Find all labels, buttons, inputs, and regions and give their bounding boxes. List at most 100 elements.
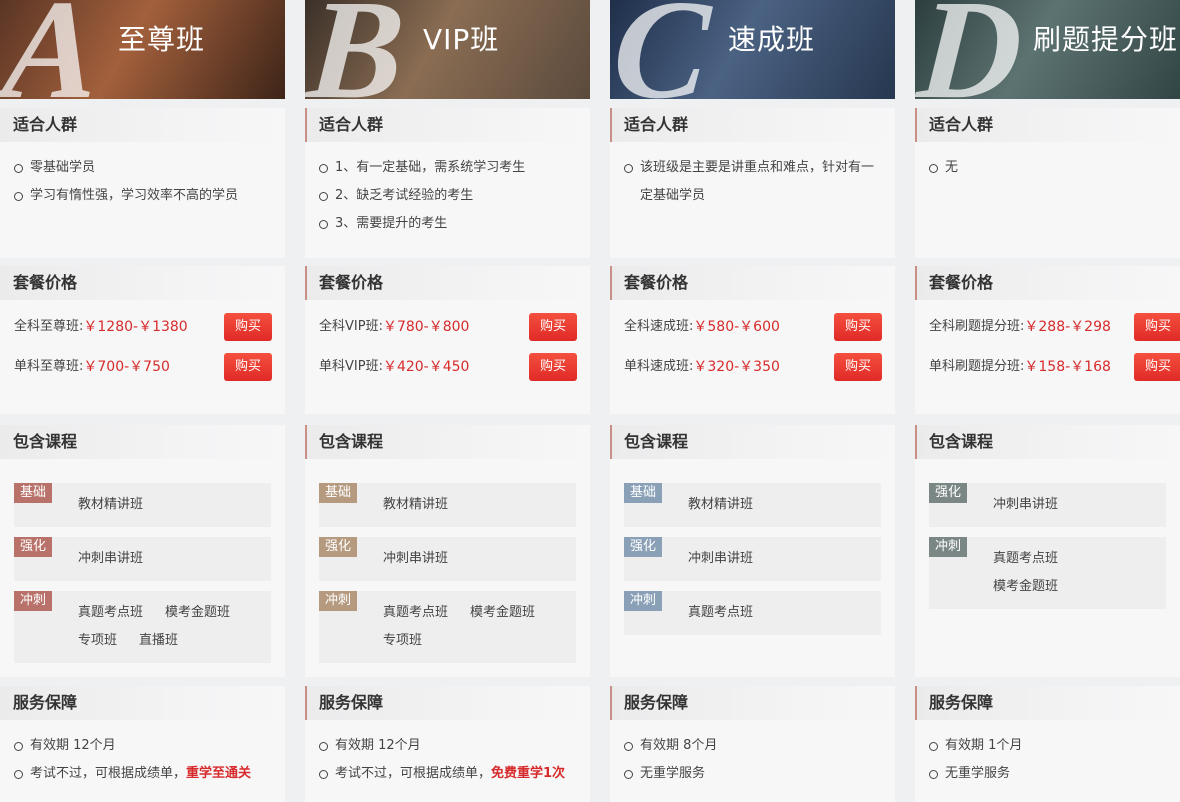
suitable-section: 适合人群 1、有一定基础，需系统学习考生 2、缺乏考试经验的考生 3、需要提升的考生: [305, 108, 590, 258]
banner-letter: B: [305, 0, 410, 99]
course-link[interactable]: 冲刺串讲班: [688, 545, 753, 573]
course-level-tag: 冲刺: [14, 591, 52, 611]
course-link[interactable]: 直播班: [139, 627, 178, 655]
course-row: 基础 教材精讲班: [14, 483, 271, 527]
list-item: 无: [929, 154, 1166, 182]
list-item: 3、需要提升的考生: [319, 210, 576, 238]
course-link[interactable]: 冲刺串讲班: [383, 545, 448, 573]
suitable-section: 适合人群 该班级是主要是讲重点和难点，针对有一定基础学员: [610, 108, 895, 258]
bullet-list: 有效期 8个月 无重学服务: [610, 720, 895, 788]
price-section: 套餐价格 全科刷题提分班:￥288-￥298 购买 单科刷题提分班:￥158-￥168…: [915, 266, 1180, 414]
section-heading: 服务保障: [0, 686, 285, 720]
list-item: 2、缺乏考试经验的考生: [319, 182, 576, 210]
price-list: 全科VIP班:￥780-￥800 购买 单科VIP班:￥420-￥450 购买: [305, 300, 590, 387]
course-level-tag: 强化: [929, 483, 967, 503]
buy-button[interactable]: 购买: [224, 353, 272, 381]
package-column: A 至尊班 适合人群 零基础学员 学习有惰性强，学习效率不高的学员 套餐价格 全科至尊班:￥…: [0, 0, 285, 802]
price-section: 套餐价格 全科至尊班:￥1280-￥1380 购买 单科至尊班:￥700-￥750 购买: [0, 266, 285, 414]
price-name: 全科VIP班:: [319, 319, 383, 334]
service-section: 服务保障 有效期 1个月 无重学服务: [915, 686, 1180, 802]
package-banner[interactable]: A 至尊班: [0, 0, 285, 99]
package-column: B VIP班适合人群 1、有一定基础，需系统学习考生 2、缺乏考试经验的考生 3、需要提…: [305, 0, 590, 802]
course-link[interactable]: 专项班: [383, 627, 422, 655]
course-link[interactable]: 教材精讲班: [688, 491, 753, 519]
section-heading: 服务保障: [915, 686, 1180, 720]
buy-button[interactable]: 购买: [834, 353, 882, 381]
banner-title: VIP班: [423, 23, 500, 56]
course-items: 真题考点班模考金题班: [993, 545, 1166, 601]
course-level-tag: 冲刺: [624, 591, 662, 611]
course-link[interactable]: 真题考点班: [688, 599, 753, 627]
course-link[interactable]: 真题考点班: [993, 545, 1058, 573]
course-row: 强化 冲刺串讲班: [14, 537, 271, 581]
course-level-tag: 基础: [624, 483, 662, 503]
bullet-list: 有效期 1个月 无重学服务: [915, 720, 1180, 788]
bullet-list: 1、有一定基础，需系统学习考生 2、缺乏考试经验的考生 3、需要提升的考生: [305, 142, 590, 238]
bullet-list: 零基础学员 学习有惰性强，学习效率不高的学员: [0, 142, 285, 210]
section-heading: 适合人群: [305, 108, 590, 142]
list-item: 有效期 8个月: [624, 732, 881, 760]
section-heading: 包含课程: [0, 425, 285, 459]
price-value: ￥700-￥750: [83, 359, 170, 375]
course-link[interactable]: 冲刺串讲班: [993, 491, 1058, 519]
course-row: 基础 教材精讲班: [624, 483, 881, 527]
buy-button[interactable]: 购买: [834, 313, 882, 341]
list-item: 学习有惰性强，学习效率不高的学员: [14, 182, 271, 210]
courses-section: 包含课程 强化 冲刺串讲班 冲刺 真题考点班模考金题班: [915, 425, 1180, 677]
price-row: 单科VIP班:￥420-￥450 购买: [305, 347, 590, 387]
course-link[interactable]: 真题考点班: [383, 599, 448, 627]
price-value: ￥780-￥800: [382, 319, 470, 335]
price-name: 全科刷题提分班:: [929, 319, 1025, 334]
course-link[interactable]: 专项班: [78, 627, 117, 655]
course-link[interactable]: 真题考点班: [78, 599, 143, 627]
price-value: ￥580-￥600: [693, 319, 780, 335]
package-banner[interactable]: B VIP班: [305, 0, 590, 99]
course-link[interactable]: 冲刺串讲班: [78, 545, 143, 573]
bullet-list: 有效期 12个月 考试不过，可根据成绩单，重学至通关: [0, 720, 285, 788]
buy-button[interactable]: 购买: [1134, 313, 1180, 341]
price-list: 全科速成班:￥580-￥600 购买 单科速成班:￥320-￥350 购买: [610, 300, 895, 387]
course-link[interactable]: 模考金题班: [470, 599, 535, 627]
price-value: ￥288-￥298: [1024, 319, 1111, 335]
price-name: 单科速成班:: [624, 359, 694, 374]
course-items: 冲刺串讲班: [993, 491, 1166, 519]
package-banner[interactable]: D 刷题提分班: [915, 0, 1180, 99]
service-text: 有效期 12个月: [30, 738, 116, 753]
course-level-tag: 冲刺: [319, 591, 357, 611]
buy-button[interactable]: 购买: [529, 313, 577, 341]
service-text: 考试不过，可根据成绩单，: [335, 766, 492, 781]
buy-button[interactable]: 购买: [529, 353, 577, 381]
suitable-section: 适合人群 零基础学员 学习有惰性强，学习效率不高的学员: [0, 108, 285, 258]
section-heading: 套餐价格: [610, 266, 895, 300]
banner-letter: A: [0, 0, 105, 99]
course-items: 冲刺串讲班: [688, 545, 881, 573]
service-text: 有效期 1个月: [945, 738, 1023, 753]
price-list: 全科至尊班:￥1280-￥1380 购买 单科至尊班:￥700-￥750 购买: [0, 300, 285, 387]
course-items: 冲刺串讲班: [383, 545, 576, 573]
course-link[interactable]: 教材精讲班: [383, 491, 448, 519]
course-row: 基础 教材精讲班: [319, 483, 576, 527]
course-level-tag: 强化: [319, 537, 357, 557]
service-text: 无重学服务: [945, 766, 1011, 781]
course-link[interactable]: 模考金题班: [165, 599, 230, 627]
course-list: 基础 教材精讲班强化 冲刺串讲班冲刺 真题考点班: [610, 459, 895, 635]
course-link[interactable]: 教材精讲班: [78, 491, 143, 519]
course-items: 冲刺串讲班: [78, 545, 271, 573]
section-heading: 包含课程: [305, 425, 590, 459]
course-level-tag: 强化: [624, 537, 662, 557]
package-banner[interactable]: C 速成班: [610, 0, 895, 99]
price-name: 全科速成班:: [624, 319, 694, 334]
banner-letter: D: [915, 0, 1028, 99]
service-text: 考试不过，可根据成绩单，: [30, 766, 187, 781]
banner-title: 刷题提分班: [1033, 23, 1179, 56]
course-link[interactable]: 模考金题班: [993, 573, 1058, 601]
course-row: 强化 冲刺串讲班: [319, 537, 576, 581]
price-list: 全科刷题提分班:￥288-￥298 购买 单科刷题提分班:￥158-￥168 购买: [915, 300, 1180, 387]
service-text: 有效期 8个月: [640, 738, 718, 753]
courses-section: 包含课程基础 教材精讲班强化 冲刺串讲班冲刺 真题考点班 模考金题班专项班: [305, 425, 590, 677]
buy-button[interactable]: 购买: [1134, 353, 1180, 381]
price-row: 单科速成班:￥320-￥350 购买: [610, 347, 895, 387]
buy-button[interactable]: 购买: [224, 313, 272, 341]
section-heading: 套餐价格: [0, 266, 285, 300]
price-value: ￥320-￥350: [693, 359, 780, 375]
